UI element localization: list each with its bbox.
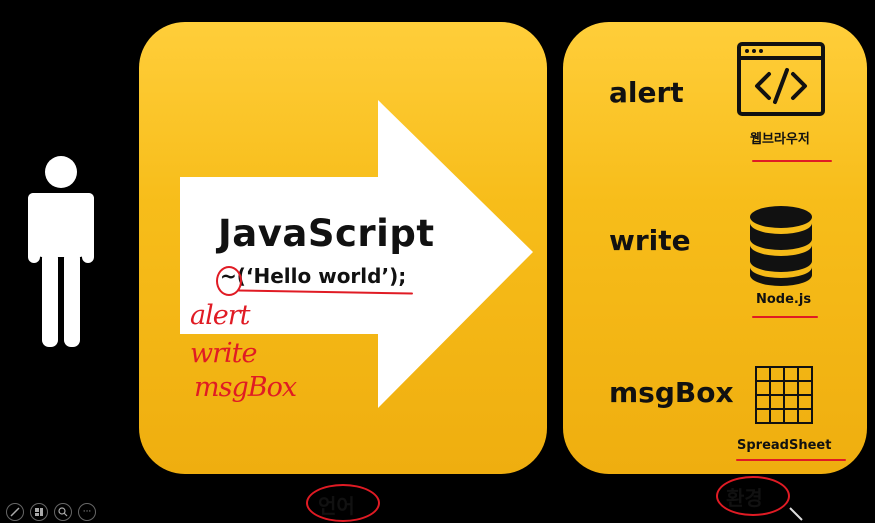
env-label-alert: alert: [609, 76, 684, 109]
caption-node-js: Node.js: [756, 292, 812, 307]
handwritten-write: write: [190, 338, 257, 369]
caption-spreadsheet: SpreadSheet: [737, 438, 832, 453]
browser-code-icon: [737, 42, 825, 116]
pen-icon[interactable]: [6, 503, 24, 521]
env-label-msgbox: msgBox: [609, 376, 734, 409]
zoom-icon[interactable]: [54, 503, 72, 521]
database-icon: [750, 206, 812, 286]
sheet-underline-annotation: [736, 459, 846, 461]
pen-cursor-icon: [789, 507, 803, 521]
layout-icon[interactable]: [30, 503, 48, 521]
handwritten-msgbox: msgBox: [194, 372, 297, 403]
javascript-title: JavaScript: [218, 212, 435, 255]
person-icon: [28, 156, 94, 347]
more-icon[interactable]: ···: [78, 503, 96, 521]
language-circle-annotation: [306, 484, 380, 522]
grid-icon: [755, 366, 813, 424]
hello-world-code: ~(‘Hello world’);: [220, 264, 407, 288]
caption-web-browser: 웹브라우저: [750, 132, 810, 147]
tilde-circle-annotation: [216, 266, 242, 296]
node-underline-annotation: [752, 316, 818, 318]
browser-underline-annotation: [752, 160, 832, 162]
presentation-toolbar: ···: [6, 503, 96, 521]
handwritten-alert: alert: [190, 300, 250, 331]
env-label-write: write: [609, 224, 691, 257]
environment-circle-annotation: [716, 476, 790, 516]
